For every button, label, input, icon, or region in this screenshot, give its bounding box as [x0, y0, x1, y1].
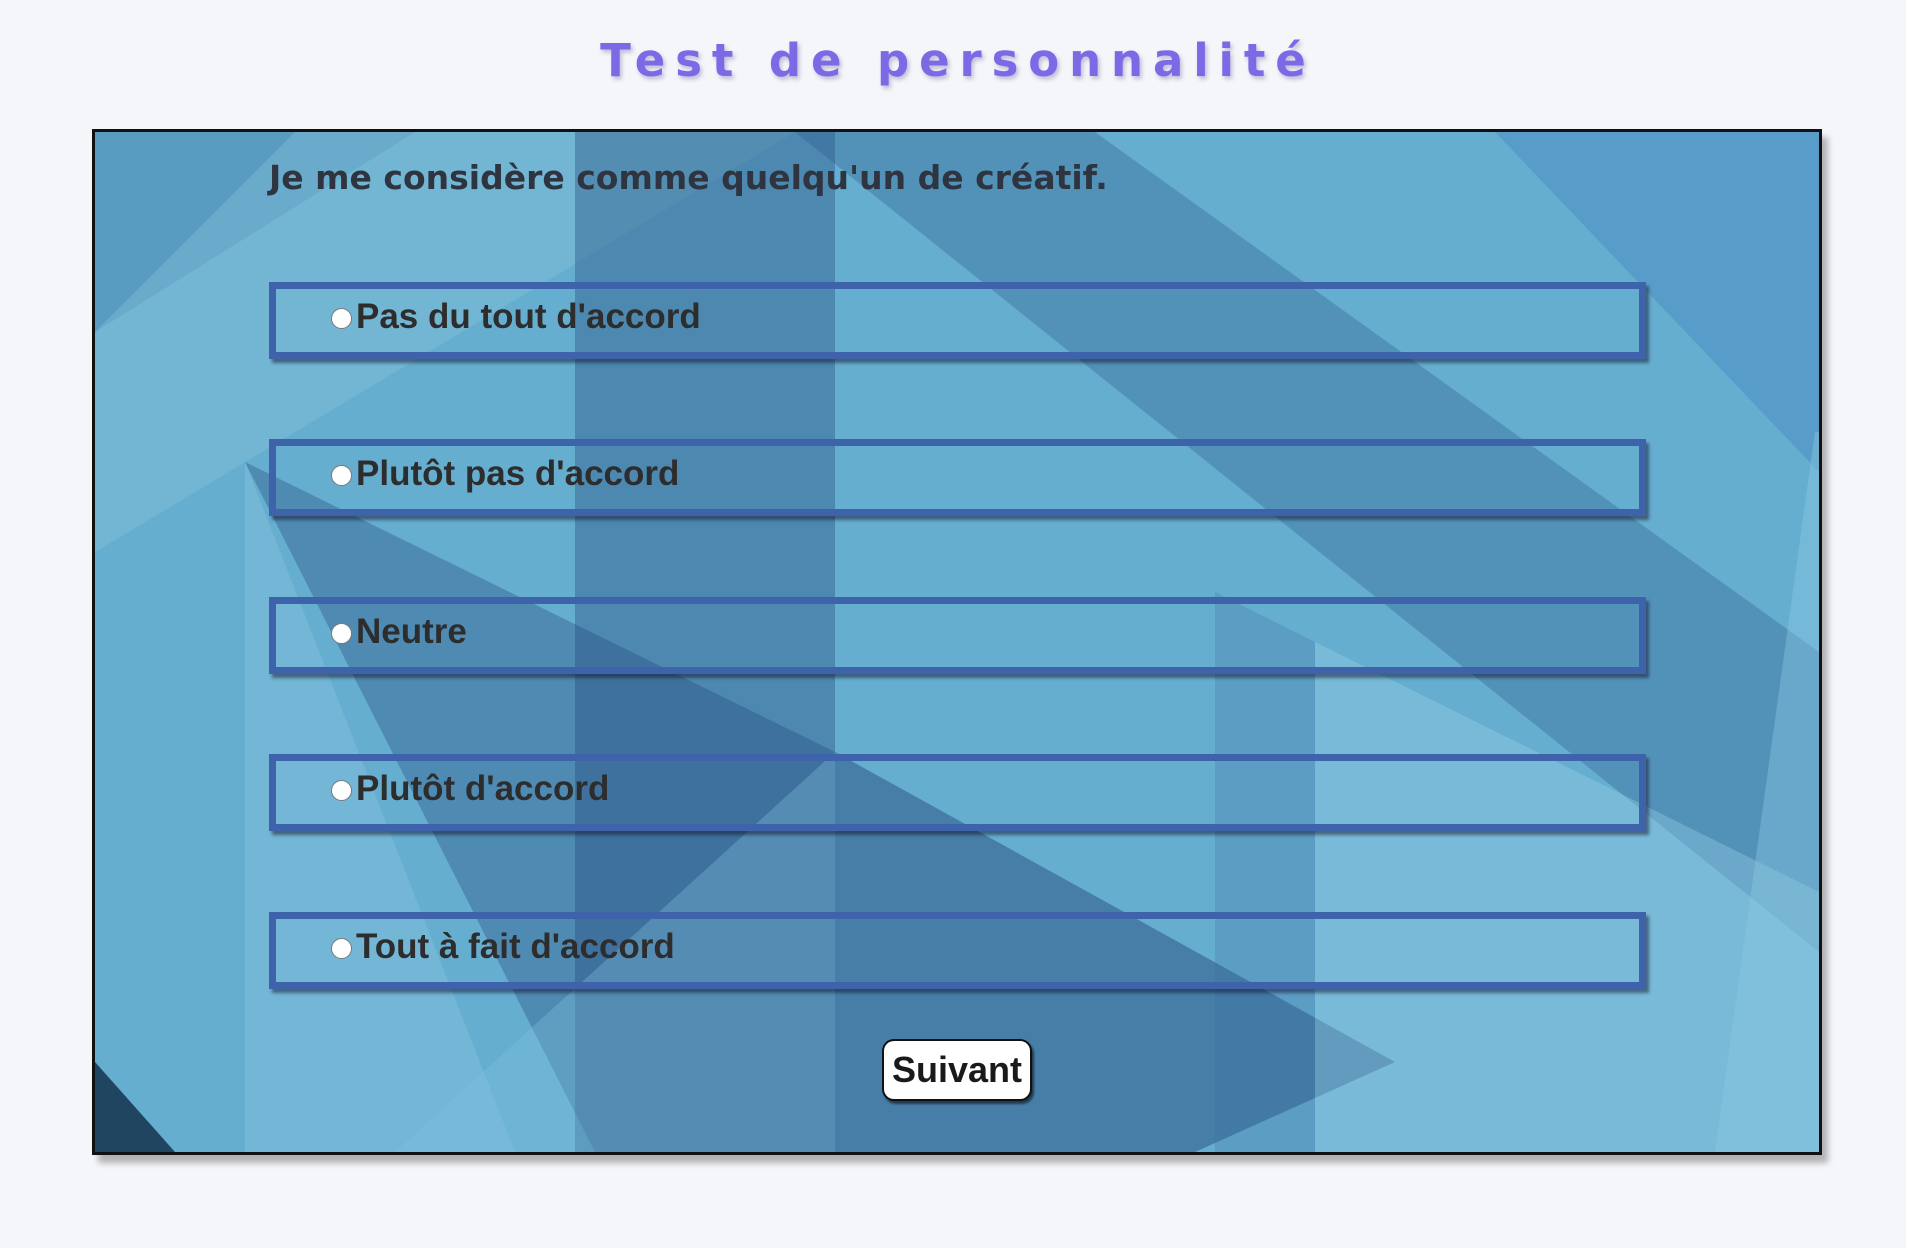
radio-button[interactable] — [331, 308, 352, 329]
next-button[interactable]: Suivant — [882, 1039, 1032, 1101]
radio-button[interactable] — [331, 623, 352, 644]
question-text: Je me considère comme quelqu'un de créat… — [269, 158, 1108, 197]
option-tout-a-fait-d-accord[interactable]: Tout à fait d'accord — [269, 912, 1646, 989]
radio-button[interactable] — [331, 780, 352, 801]
radio-button[interactable] — [331, 465, 352, 486]
option-label: Plutôt d'accord — [356, 769, 610, 808]
option-label: Pas du tout d'accord — [356, 297, 701, 336]
option-label: Neutre — [356, 612, 467, 651]
option-neutre[interactable]: Neutre — [269, 597, 1646, 674]
option-plutot-pas-d-accord[interactable]: Plutôt pas d'accord — [269, 439, 1646, 516]
page-title: Test de personnalité — [600, 34, 1316, 88]
option-plutot-d-accord[interactable]: Plutôt d'accord — [269, 754, 1646, 831]
quiz-card: Je me considère comme quelqu'un de créat… — [92, 129, 1822, 1155]
radio-button[interactable] — [331, 938, 352, 959]
option-label: Tout à fait d'accord — [356, 927, 675, 966]
option-pas-du-tout-d-accord[interactable]: Pas du tout d'accord — [269, 282, 1646, 359]
option-label: Plutôt pas d'accord — [356, 454, 680, 493]
